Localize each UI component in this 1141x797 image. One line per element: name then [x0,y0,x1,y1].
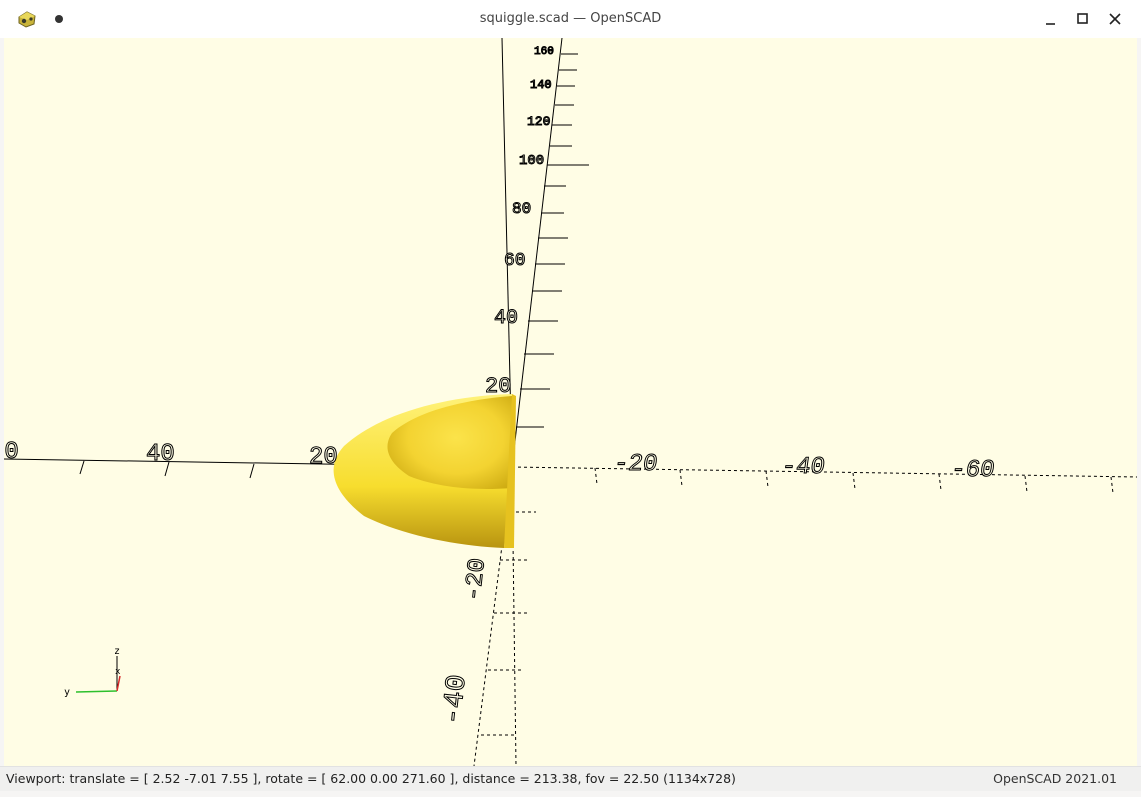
minimize-icon [1046,23,1055,25]
gizmo-z-label: z [114,646,120,657]
z-label-60: 60 [504,251,526,271]
z-label-120: 120 [527,114,550,129]
close-icon [1109,13,1121,25]
title-bar[interactable]: squiggle.scad — OpenSCAD [0,0,1141,38]
status-bar: Viewport: translate = [ 2.52 -7.01 7.55 … [0,766,1141,791]
z-label-20: 20 [485,374,511,399]
x-label-pos-60: 60 [4,439,19,466]
x-label-neg-40: -40 [780,454,827,481]
z-label-140: 140 [530,78,552,92]
x-label-neg-60: -60 [949,457,996,484]
orientation-gizmo: z y x [64,646,121,698]
axis-labels: -20 -40 -60 20 40 60 20 40 60 80 100 120… [4,46,997,727]
version-label: OpenSCAD 2021.01 [993,771,1117,786]
z-label-40: 40 [494,307,518,330]
gizmo-y-label: y [64,687,70,698]
x-axis-negative [511,466,1137,494]
maximize-button[interactable] [1072,8,1094,30]
z-label-100: 100 [519,153,544,169]
minimize-button[interactable] [1040,8,1062,30]
maximize-icon [1077,13,1088,24]
window-title: squiggle.scad — OpenSCAD [479,11,662,26]
3d-viewport[interactable]: -20 -40 -60 20 40 60 20 40 60 80 100 120… [4,38,1137,766]
close-button[interactable] [1104,8,1126,30]
openscad-window: squiggle.scad — OpenSCAD -20 -40 -60 20 … [0,0,1141,797]
z-label-80: 80 [512,200,531,218]
rendered-model[interactable] [333,394,516,548]
viewport-info: Viewport: translate = [ 2.52 -7.01 7.55 … [6,771,736,786]
gizmo-x-label: x [115,667,121,677]
x-label-pos-40: 40 [146,441,175,468]
x-label-neg-20: -20 [612,451,659,478]
z-label-160: 160 [534,46,554,58]
z-label-neg-20: -20 [461,557,492,603]
x-label-pos-20: 20 [309,444,338,471]
z-label-neg-40: -40 [438,673,474,726]
